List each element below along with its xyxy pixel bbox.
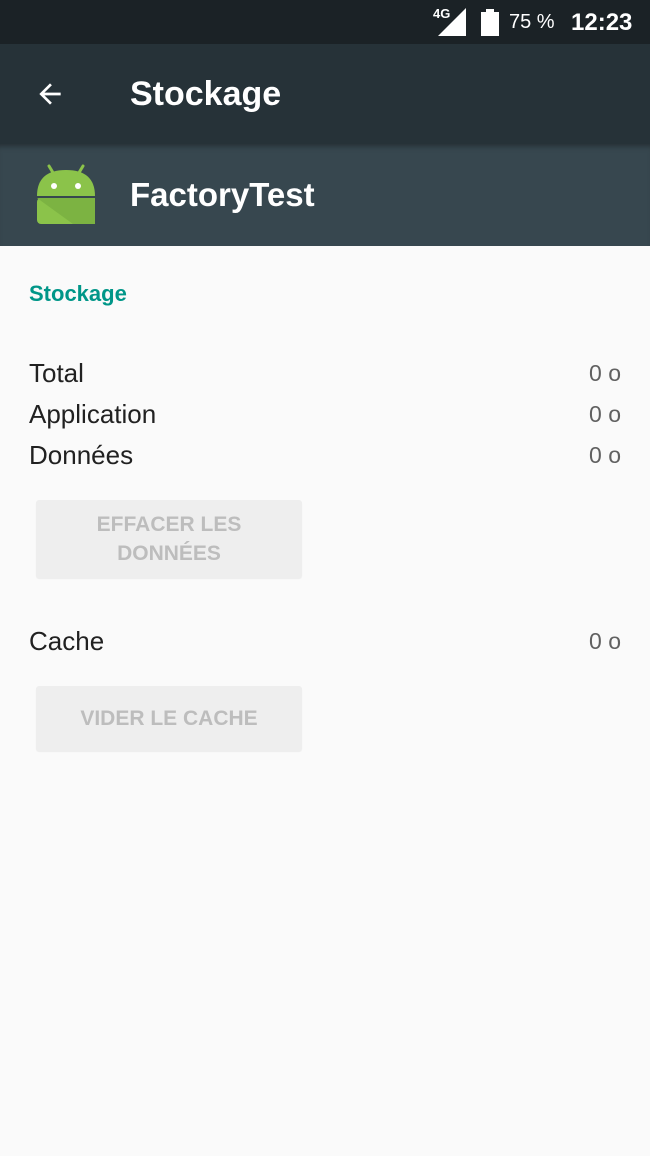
battery-percent: 75 % <box>509 11 555 33</box>
clock: 12:23 <box>571 9 633 36</box>
app-bar: Stockage <box>0 44 650 144</box>
page-title: Stockage <box>130 75 282 113</box>
signal-icon <box>438 8 466 36</box>
android-icon <box>37 164 95 224</box>
clear-cache-label: VIDER LE CACHE <box>80 707 258 730</box>
cache-value: 0 o <box>589 628 621 654</box>
cache-label: Cache <box>29 626 105 656</box>
battery-icon <box>481 9 499 36</box>
clear-data-label-line1: EFFACER LES <box>96 513 242 536</box>
app-header: FactoryTest <box>0 144 650 246</box>
section-header-storage: Stockage <box>29 281 127 306</box>
storage-row-label: Total <box>29 358 84 388</box>
storage-row-application: Application 0 o <box>29 399 621 435</box>
status-bar: 4G 75 % 12:23 <box>0 0 650 44</box>
storage-row-total: Total 0 o <box>29 358 621 394</box>
app-name: FactoryTest <box>130 176 315 213</box>
clear-data-button[interactable]: EFFACER LES DONNÉES <box>36 500 302 578</box>
storage-row-value: 0 o <box>589 401 621 427</box>
cache-row: Cache 0 o <box>29 626 621 662</box>
arrow-back-icon <box>39 83 61 105</box>
clear-data-label-line2: DONNÉES <box>117 542 221 565</box>
storage-row-data: Données 0 o <box>29 440 621 476</box>
storage-row-value: 0 o <box>589 360 621 386</box>
storage-row-value: 0 o <box>589 442 621 468</box>
storage-row-label: Application <box>29 399 157 429</box>
back-button[interactable] <box>22 66 78 122</box>
clear-cache-button[interactable]: VIDER LE CACHE <box>36 686 302 751</box>
storage-row-label: Données <box>29 440 134 470</box>
